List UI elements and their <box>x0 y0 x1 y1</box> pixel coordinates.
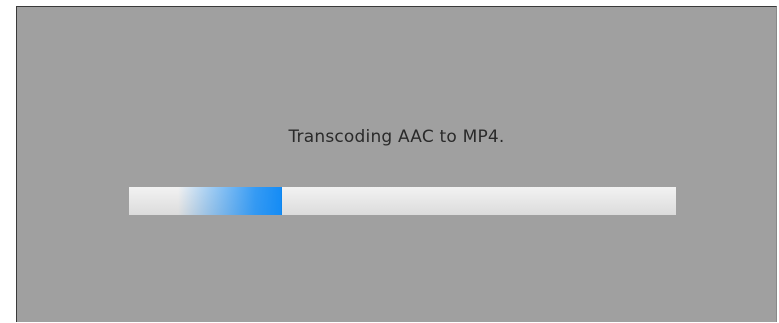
screen: Transcoding AAC to MP4. <box>0 0 779 323</box>
progress-bar <box>129 187 676 215</box>
transcoding-dialog: Transcoding AAC to MP4. <box>16 6 777 322</box>
progress-indicator <box>178 187 283 215</box>
status-message: Transcoding AAC to MP4. <box>288 127 505 147</box>
